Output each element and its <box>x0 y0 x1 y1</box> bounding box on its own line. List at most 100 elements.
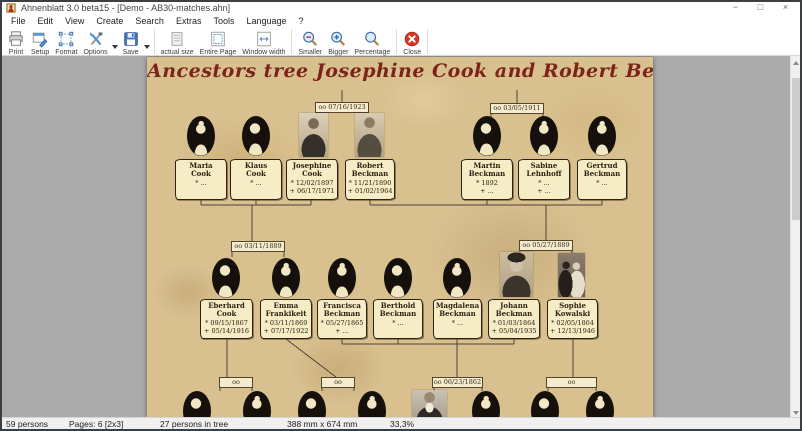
person-box-gertrud-beckman[interactable]: GertrudBeckman * ... <box>577 159 627 200</box>
person-box-klaus-cook[interactable]: KlausCook * ... <box>230 159 282 200</box>
magnifier-minus-icon <box>301 30 319 48</box>
portrait-silhouette-francisca-beckman <box>327 257 357 299</box>
actual-size-icon <box>168 30 186 48</box>
photo-robert-beckman <box>355 113 384 157</box>
entire-page-icon <box>209 30 227 48</box>
photo-sophie-kowalski <box>558 253 585 297</box>
person-box-emma-frankikeit[interactable]: EmmaFrankikeit * 03/11/1869+ 07/17/1922 <box>260 299 312 339</box>
menu-search[interactable]: Search <box>129 14 170 28</box>
status-paper-size: 388 mm x 674 mm <box>287 419 357 429</box>
marriage-label-sophie-parents: oo <box>546 377 597 388</box>
photo-ancestor <box>412 390 447 417</box>
vertical-scrollbar[interactable] <box>790 56 800 417</box>
marriage-label-eberhard-parents: oo <box>219 377 253 388</box>
zoom-smaller-button[interactable]: Smaller <box>295 29 325 57</box>
scrollbar-thumb[interactable] <box>792 78 800 220</box>
minimize-button[interactable]: − <box>723 2 748 14</box>
portrait-silhouette-magdalena-beckman <box>442 257 472 299</box>
toolbar: Print Setup Format <box>2 28 800 56</box>
selection-format-icon <box>57 30 75 48</box>
window-width-button[interactable]: Window width <box>239 29 288 57</box>
toolbar-separator <box>396 29 397 54</box>
save-floppy-icon <box>122 30 140 48</box>
zoom-bigger-button[interactable]: Bigger <box>325 29 351 57</box>
marriage-label-johann-sophie: oo 05/27/1889 <box>519 240 573 251</box>
person-box-sabine-lehnhoff[interactable]: SabineLehnhoff * ...+ ... <box>518 159 570 200</box>
close-icon <box>403 30 421 48</box>
portrait-silhouette-gertrud-beckman <box>587 115 617 157</box>
actual-size-button[interactable]: actual size <box>158 29 197 57</box>
tree-title: Ancestors tree Josephine Cook and Robert… <box>147 60 653 82</box>
portrait-silhouette-ancestor <box>585 390 615 417</box>
portrait-silhouette-ancestor <box>242 390 272 417</box>
window-width-icon <box>255 30 273 48</box>
menu-language[interactable]: Language <box>240 14 292 28</box>
save-dropdown-arrow[interactable] <box>144 45 150 49</box>
marriage-label-beckman-parents: oo 06/23/1862 <box>432 377 483 388</box>
setup-button[interactable]: Setup <box>28 29 52 57</box>
person-box-eberhard-cook[interactable]: EberhardCook * 09/15/1867+ 05/14/1916 <box>200 299 253 339</box>
portrait-silhouette-ancestor <box>471 390 501 417</box>
portrait-silhouette-sabine-lehnhoff <box>529 115 559 157</box>
menu-extras[interactable]: Extras <box>170 14 208 28</box>
person-box-berthold-beckman[interactable]: BertholdBeckman * ... <box>373 299 423 339</box>
person-box-robert-beckman[interactable]: RobertBeckman * 11/21/1890+ 01/02/1964 <box>345 159 395 200</box>
window-title: Ahnenblatt 3.0 beta15 - [Demo - AB30-mat… <box>21 3 230 13</box>
menu-view[interactable]: View <box>59 14 90 28</box>
portrait-silhouette-emma-frankikeit <box>271 257 301 299</box>
person-box-martin-beckman[interactable]: MartinBeckman * 1892+ ... <box>461 159 513 200</box>
status-bar: 59 persons Pages: 6 [2x3] 27 persons in … <box>2 417 800 429</box>
title-bar: Ahnenblatt 3.0 beta15 - [Demo - AB30-mat… <box>2 2 800 14</box>
options-dropdown-arrow[interactable] <box>112 45 118 49</box>
person-box-johann-beckman[interactable]: JohannBeckman * 01/03/1864+ 05/04/1935 <box>488 299 540 339</box>
menu-create[interactable]: Create <box>90 14 129 28</box>
portrait-silhouette-maria-cook <box>186 115 216 157</box>
save-button[interactable]: Save <box>119 29 143 57</box>
magnifier-icon <box>363 30 381 48</box>
person-box-josephine-cook[interactable]: JosephineCook * 12/02/1897+ 06/17/1971 <box>286 159 338 200</box>
toolbar-separator <box>291 29 292 54</box>
scroll-up-button[interactable] <box>791 56 800 69</box>
format-button[interactable]: Format <box>52 29 80 57</box>
portrait-silhouette-klaus-cook <box>241 115 271 157</box>
person-box-sophie-kowalski[interactable]: SophieKowalski * 02/05/1864+ 12/13/1946 <box>547 299 598 339</box>
person-box-francisca-beckman[interactable]: FranciscaBeckman * 05/27/1865+ ... <box>317 299 367 339</box>
options-button[interactable]: Options <box>80 29 110 57</box>
marriage-label-martin-sabine: oo 03/05/1911 <box>490 103 544 114</box>
marriage-label-josephine-robert: oo 07/16/1923 <box>315 102 369 113</box>
menu-file[interactable]: File <box>5 14 32 28</box>
portrait-silhouette-ancestor <box>357 390 387 417</box>
menu-bar: File Edit View Create Search Extras Tool… <box>2 14 800 28</box>
marriage-label-emma-parents: oo <box>321 377 355 388</box>
portrait-silhouette-ancestor <box>182 390 212 417</box>
printer-setup-icon <box>31 30 49 48</box>
portrait-silhouette-ancestor <box>297 390 327 417</box>
status-pages: Pages: 6 [2x3] <box>69 419 123 429</box>
photo-johann-beckman <box>500 252 533 297</box>
menu-help[interactable]: ? <box>293 14 310 28</box>
portrait-silhouette-eberhard-cook <box>211 257 241 299</box>
toolbar-separator <box>154 29 155 54</box>
preview-area: Ancestors tree Josephine Cook and Robert… <box>2 56 800 417</box>
marriage-label-eberhard-emma: oo 03/11/1889 <box>231 241 285 252</box>
menu-tools[interactable]: Tools <box>207 14 240 28</box>
portrait-silhouette-martin-beckman <box>472 115 502 157</box>
print-button[interactable]: Print <box>4 29 28 57</box>
close-preview-button[interactable]: Close <box>400 29 424 57</box>
entire-page-button[interactable]: Entire Page <box>197 29 240 57</box>
portrait-silhouette-ancestor <box>530 390 560 417</box>
person-box-magdalena-beckman[interactable]: MagdalenaBeckman * ... <box>433 299 482 339</box>
photo-josephine-cook <box>299 113 328 157</box>
printer-icon <box>7 30 25 48</box>
status-zoom-level: 33,3% <box>390 419 414 429</box>
magnifier-plus-icon <box>329 30 347 48</box>
person-box-maria-cook[interactable]: MariaCook * ... <box>175 159 227 200</box>
maximize-button[interactable]: □ <box>748 2 773 14</box>
close-window-button[interactable]: × <box>773 2 798 14</box>
scroll-down-button[interactable] <box>791 406 800 417</box>
tree-preview-page: Ancestors tree Josephine Cook and Robert… <box>147 57 653 417</box>
toolbar-separator <box>427 29 428 54</box>
zoom-percentage-button[interactable]: Percentage <box>351 29 393 57</box>
app-icon <box>6 3 16 13</box>
menu-edit[interactable]: Edit <box>32 14 60 28</box>
